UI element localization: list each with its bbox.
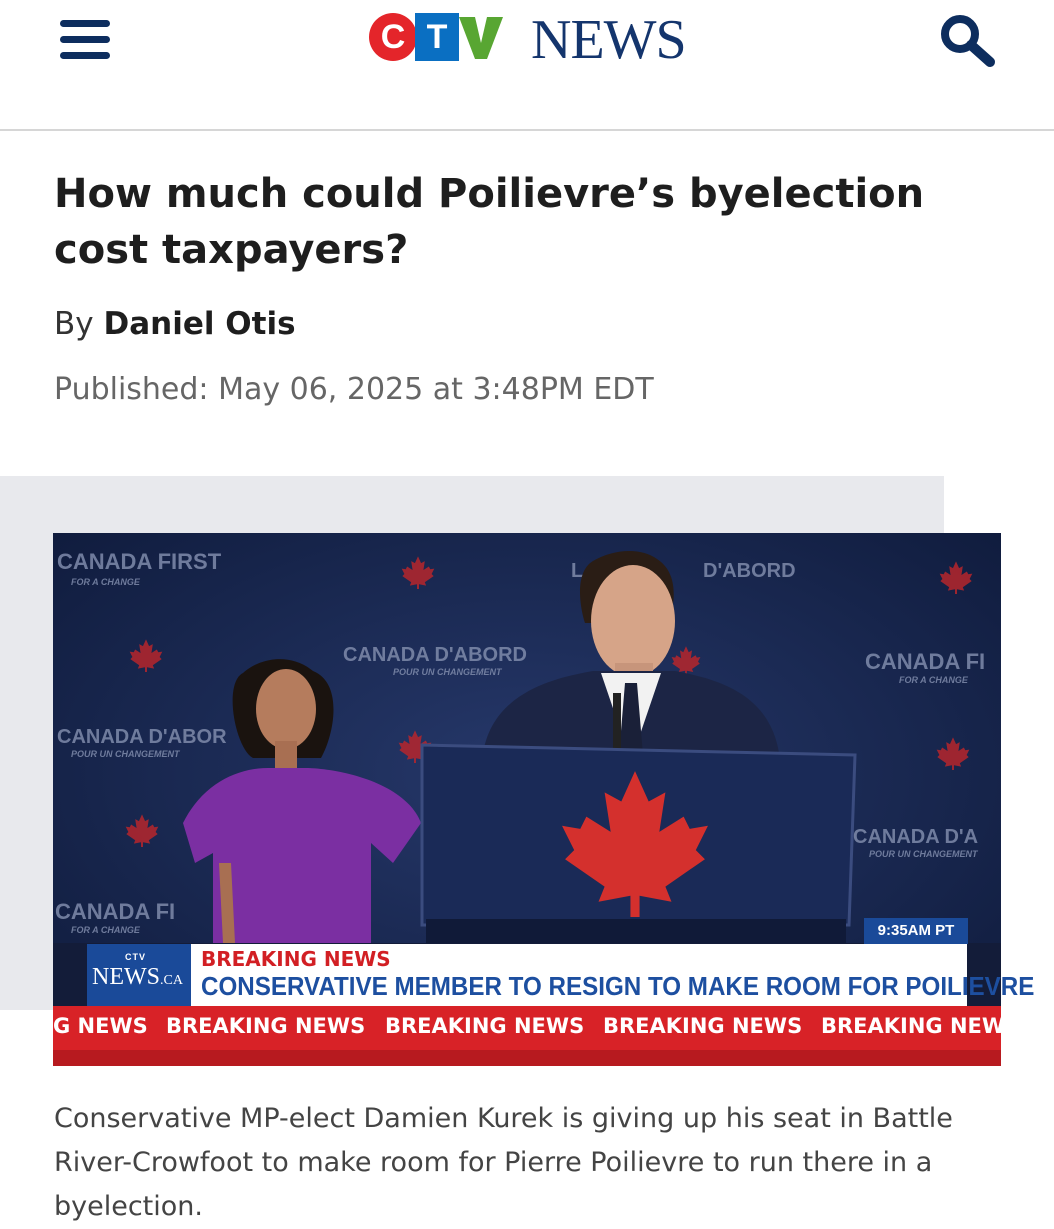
author-link[interactable]: Daniel Otis bbox=[103, 306, 295, 342]
search-icon bbox=[941, 15, 995, 67]
backdrop-text: CANADA D'ABORD bbox=[343, 644, 527, 666]
news-ticker: G NEWS BREAKING NEWS BREAKING NEWS BREAK… bbox=[53, 1006, 1001, 1050]
backdrop-subtext: POUR UN CHANGEMENT bbox=[393, 667, 503, 677]
ticker-item: BREAKING NEWS bbox=[603, 1014, 803, 1038]
byline: By Daniel Otis bbox=[54, 306, 296, 342]
broadcast-timestamp: 9:35AM PT bbox=[864, 918, 968, 944]
site-header: C T NEWS bbox=[0, 0, 1054, 131]
breaking-news-banner: CTV NEWS.CA BREAKING NEWS CONSERVATIVE M… bbox=[87, 944, 1034, 1006]
byline-prefix: By bbox=[54, 306, 94, 342]
backdrop-text: CANADA FIRST bbox=[57, 549, 222, 574]
breaking-news-text-panel: BREAKING NEWS CONSERVATIVE MEMBER TO RES… bbox=[191, 944, 1034, 1006]
backdrop-subtext: FOR A CHANGE bbox=[899, 675, 969, 685]
mini-ctv-mark: CTV bbox=[125, 952, 146, 962]
ctv-news-ca-logo: CTV NEWS.CA bbox=[87, 944, 191, 1006]
hamburger-menu-icon bbox=[60, 36, 110, 43]
ticker-item: G NEWS bbox=[53, 1014, 148, 1038]
ticker-item: BREAKING NEWS bbox=[385, 1014, 585, 1038]
breaking-news-headline: CONSERVATIVE MEMBER TO RESIGN TO MAKE RO… bbox=[201, 971, 1035, 1001]
backdrop-text: CANADA FI bbox=[865, 649, 985, 674]
logo-c: C bbox=[369, 13, 417, 61]
article-headline: How much could Poilievre’s byelection co… bbox=[54, 171, 925, 273]
ticker-item: BREAKING NEWS bbox=[166, 1014, 366, 1038]
mini-news-wordmark: NEWS.CA bbox=[92, 964, 183, 990]
hamburger-menu-icon bbox=[60, 20, 110, 27]
ctv-news-logo[interactable]: C T NEWS bbox=[369, 11, 689, 71]
menu-button[interactable] bbox=[60, 18, 112, 60]
backdrop-text: CANADA D'ABOR bbox=[57, 726, 227, 748]
backdrop-subtext: FOR A CHANGE bbox=[71, 925, 141, 935]
published-date: Published: May 06, 2025 at 3:48PM EDT bbox=[54, 372, 654, 407]
backdrop-text: D'ABORD bbox=[703, 560, 796, 582]
ticker-base bbox=[53, 1050, 1001, 1066]
logo-t: T bbox=[415, 13, 459, 61]
backdrop-text: CANADA FI bbox=[55, 899, 175, 924]
backdrop-subtext: FOR A CHANGE bbox=[71, 577, 141, 587]
logo-news-wordmark: NEWS bbox=[531, 9, 687, 71]
breaking-news-label: BREAKING NEWS bbox=[201, 947, 391, 971]
backdrop-subtext: POUR UN CHANGEMENT bbox=[869, 849, 979, 859]
ticker-item: BREAKING NEW bbox=[821, 1014, 1001, 1038]
search-button[interactable] bbox=[938, 14, 998, 68]
hamburger-menu-icon bbox=[60, 52, 110, 59]
backdrop-text: CANADA D'A bbox=[853, 826, 978, 848]
photo-caption: Conservative MP-elect Damien Kurek is gi… bbox=[54, 1103, 953, 1222]
logo-v-mark bbox=[459, 17, 503, 59]
backdrop-subtext: POUR UN CHANGEMENT bbox=[71, 749, 181, 759]
